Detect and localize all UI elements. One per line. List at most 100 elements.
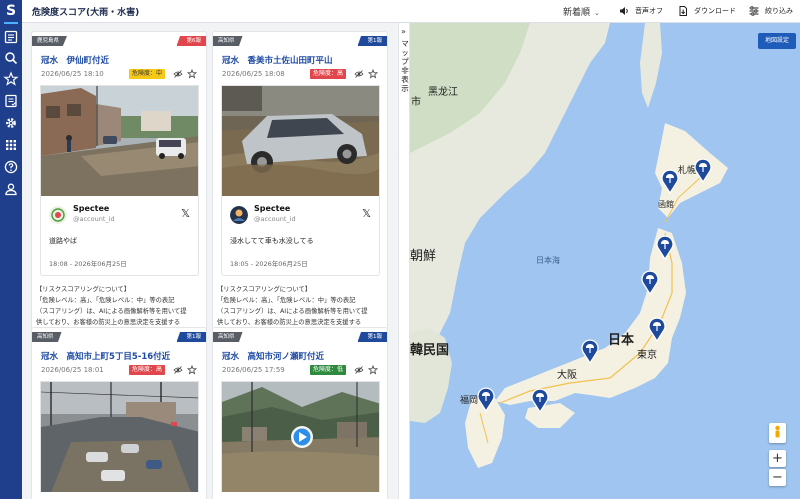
street-view-pegman-icon[interactable] [769,423,786,443]
page-title: 危険度スコア(大雨・水害) [32,8,140,18]
incident-card[interactable]: 高知県 第1報 冠水 香美市土佐山田町平山 2026/06/25 18:08 危… [213,32,387,332]
grid-icon[interactable] [3,137,19,153]
risk-scoring-note: 【リスクスコアリングについて】 「危険レベル：高」、「危険レベル：中」等の表記 … [36,284,204,328]
favorite-star-icon[interactable] [187,69,197,79]
star-icon[interactable] [3,71,19,87]
map-label-city-fragment: 市 [411,97,421,108]
incident-title[interactable]: 冠水 香美市土佐山田町平山 [222,54,333,66]
risk-scoring-note: 【リスクスコアリングについて】 「危険レベル：高」、「危険レベル：中」等の表記 … [217,284,385,328]
note-line: 「危険レベル：高」、「危険レベル：中」等の表記 [36,297,175,304]
gear-icon[interactable] [3,115,19,131]
incident-date: 2026/06/25 18:10 [41,70,104,78]
submerged-car-image [222,86,379,196]
flood-marker-icon[interactable] [580,338,600,364]
report-rank-badge: 第1報 [357,332,387,342]
note-line: 供しており、お客様の防災上の意思決定を支援する [217,319,362,326]
japan-map [410,23,728,468]
flooded-street-image [41,86,198,196]
incident-card[interactable]: 高知県 第1報 冠水 高知市上町5丁目5-16付近 2026/06/25 18:… [32,328,206,499]
flood-marker-icon[interactable] [693,157,713,183]
filter-button[interactable]: 絞り込み [748,4,793,18]
card-header: 高知県 第1報 [32,328,206,346]
map-label-tokyo: 東京 [637,350,657,361]
map-label-japan: 日本 [608,333,635,348]
flood-photo[interactable] [221,85,380,196]
region-badge: 高知県 [213,36,243,46]
flood-marker-icon[interactable] [655,234,675,260]
search-icon[interactable] [3,50,19,66]
risk-level-badge: 危険度：高 [310,69,347,79]
zoom-in-button[interactable]: + [769,450,786,467]
report-rank-badge: 第1報 [357,36,387,46]
incident-title[interactable]: 冠水 高知市上町5丁目5-16付近 [41,350,170,362]
incident-date: 2026/06/25 18:01 [41,366,104,374]
incident-date: 2026/06/25 17:59 [222,366,285,374]
favorite-star-icon[interactable] [187,365,197,375]
map-toggle-panel[interactable]: » マップ非表示 [398,23,410,499]
risk-level-badge: 危険度：中 [129,69,166,79]
favorite-star-icon[interactable] [368,365,378,375]
flood-marker-icon[interactable] [647,316,667,342]
flood-photo[interactable] [40,381,199,492]
tweet-embed[interactable]: Spectee @account_id 𝕏 浸水してて車も水没してる 18:05… [221,196,380,276]
note-line: 供しており、お客様の防災上の意思決定を支援する [36,319,181,326]
sort-label: 新着順 [563,8,591,18]
app-logo[interactable]: S [0,3,22,24]
sort-select[interactable]: 新着順 ⌄ [563,5,600,18]
hide-eye-icon[interactable] [173,365,183,375]
flood-marker-icon[interactable] [660,168,680,194]
incident-title[interactable]: 冠水 高知市河ノ瀬町付近 [222,350,324,362]
collapse-arrow-icon[interactable]: » [401,27,406,36]
note-line: 【リスクスコアリングについて】 [217,286,312,293]
x-logo-icon: 𝕏 [181,207,190,220]
region-badge: 鹿児島県 [32,36,68,46]
hide-eye-icon[interactable] [173,69,183,79]
flood-video[interactable] [221,381,380,492]
news-feed: 鹿児島県 第6報 冠水 伊仙町付近 2026/06/25 18:10 危険度：中 [22,23,398,499]
map-label-hakodate: 函館 [658,200,674,209]
feed-icon[interactable] [3,29,19,45]
sound-label: 音声オフ [635,7,663,15]
speaker-icon [620,7,628,15]
flood-marker-icon[interactable] [476,386,496,412]
incident-title[interactable]: 冠水 伊仙町付近 [41,54,109,66]
region-badge: 高知県 [213,332,243,342]
header-bar: 危険度スコア(大雨・水害) 新着順 ⌄ 音声オフ ダウンロード 絞り込み [22,0,800,23]
tweet-text: 浸水してて車も水没してる [230,237,314,245]
map-settings-label: 地図設定 [764,37,789,44]
help-icon[interactable] [3,159,19,175]
map-panel[interactable]: 地図設定 黑龙江 市 日本海 朝鮮 韓民国 日本 東京 大阪 福岡 札幌 函館 … [410,23,800,499]
hide-map-label[interactable]: マップ非表示 [401,39,409,93]
flood-photo[interactable] [40,85,199,196]
user-icon[interactable] [3,181,19,197]
avatar [230,206,248,224]
incident-card[interactable]: 高知県 第1報 冠水 高知市河ノ瀬町付近 2026/06/25 17:59 危険… [213,328,387,499]
report-rank-badge: 第6報 [176,36,206,46]
tweet-handle: @account_id [73,215,115,223]
flood-marker-icon[interactable] [530,387,550,413]
chevron-down-icon: ⌄ [594,9,600,17]
map-label-korea: 韓民国 [410,343,450,358]
incident-card[interactable]: 鹿児島県 第6報 冠水 伊仙町付近 2026/06/25 18:10 危険度：中 [32,32,206,332]
flood-marker-icon[interactable] [640,269,660,295]
risk-level-badge: 危険度：低 [310,365,347,375]
download-button[interactable]: ダウンロード [677,4,736,18]
tweet-embed[interactable]: Spectee @account_id 𝕏 道路やば 18:08 - 2026年… [40,196,199,276]
hide-eye-icon[interactable] [354,69,364,79]
map-settings-button[interactable]: 地図設定 [757,33,796,49]
hide-eye-icon[interactable] [354,365,364,375]
note-line: （スコアリング）は、AIによる画像解析等を用いて提 [36,308,187,315]
note-line: 【リスクスコアリングについて】 [36,286,131,293]
card-header: 鹿児島県 第6報 [32,32,206,50]
report-icon[interactable] [3,93,19,109]
favorite-star-icon[interactable] [368,69,378,79]
map-label-osaka: 大阪 [557,370,577,381]
incident-date: 2026/06/25 18:08 [222,70,285,78]
sound-toggle-button[interactable]: 音声オフ [618,4,663,18]
map-label-sea-of-japan: 日本海 [536,256,560,265]
flooded-valley-image [222,382,379,492]
download-label: ダウンロード [694,7,736,15]
app: S 危険度スコア(大雨・水害) 新着順 ⌄ 音声オフ ダウンロード 絞り込み 鹿… [0,0,800,499]
card-header: 高知県 第1報 [213,328,387,346]
zoom-out-button[interactable]: − [769,469,786,486]
